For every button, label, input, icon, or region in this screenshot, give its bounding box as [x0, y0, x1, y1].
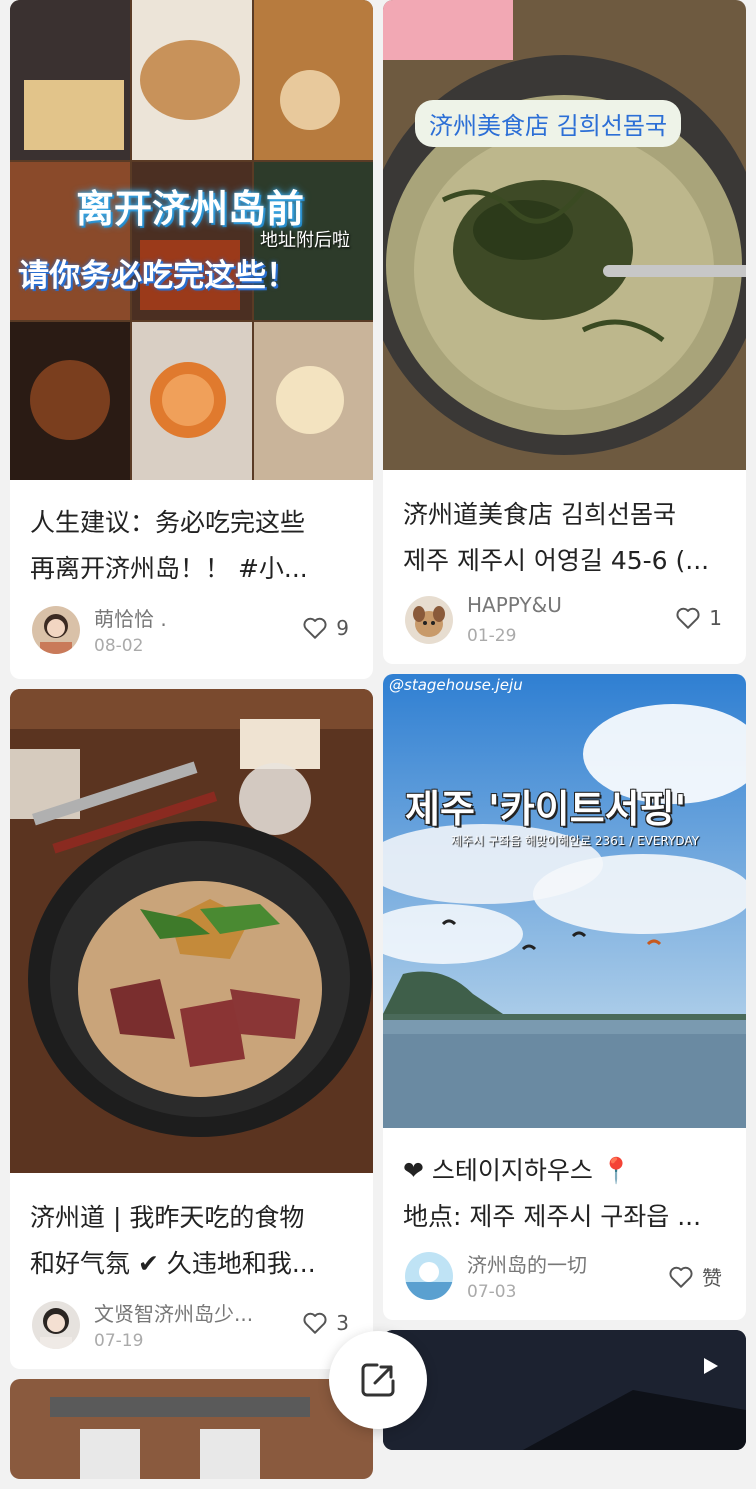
- post-cover-image[interactable]: 济州美食店 김희선몸국: [383, 0, 746, 470]
- feed-column-right: 济州美食店 김희선몸국 济州道美食店 김희선몸국 제주 제주시 어영길 45-6…: [383, 0, 746, 1460]
- like-count: 3: [336, 1311, 349, 1335]
- post-title[interactable]: 济州道美食店 김희선몸국 제주 제주시 어영길 45-6 (...: [383, 492, 746, 584]
- post-card[interactable]: 济州道 | 我昨天吃的食物 和好气氛 ✔ 久违地和我... 文贤智济州岛少...…: [10, 689, 373, 1369]
- author-name[interactable]: 文贤智济州岛少...: [94, 1298, 253, 1327]
- kitesurf-sea-image: [383, 674, 746, 1128]
- avatar-image: [405, 596, 453, 644]
- cover-overlay-title: 离开济州岛前: [76, 187, 305, 231]
- post-title-line1: ❤ 스테이지하우스 📍: [403, 1156, 632, 1185]
- post-card[interactable]: 济州美食店 김희선몸국 济州道美食店 김희선몸국 제주 제주시 어영길 45-6…: [383, 0, 746, 664]
- post-date: 07-03: [467, 1282, 517, 1302]
- post-date: 07-19: [94, 1331, 144, 1351]
- post-card[interactable]: [10, 1379, 373, 1479]
- avatar[interactable]: [405, 596, 453, 644]
- cover-overlay-subtitle: 地址附后啦: [260, 230, 350, 251]
- post-title-line1: 济州道美食店 김희선몸국: [403, 500, 676, 529]
- heart-outline-icon: [303, 617, 327, 639]
- like-button[interactable]: 赞: [668, 1262, 722, 1291]
- post-title-line2: 和好气氛 ✔ 久违地和我...: [30, 1249, 316, 1278]
- post-card[interactable]: 离开济州岛前 地址附后啦 请你务必吃完这些！ 人生建议：务必吃完这些 再离开济州…: [10, 0, 373, 679]
- post-title-line2: 제주 제주시 어영길 45-6 (...: [403, 546, 710, 575]
- post-cover-image[interactable]: 离开济州岛前 地址附后啦 请你务必吃完这些！: [10, 0, 373, 480]
- building-image: [10, 1379, 373, 1479]
- post-date: 08-02: [94, 636, 144, 656]
- heart-outline-icon: [676, 607, 700, 629]
- share-button[interactable]: [329, 1331, 427, 1429]
- like-count: 9: [336, 616, 349, 640]
- post-title[interactable]: 济州道 | 我昨天吃的食物 和好气氛 ✔ 久违地和我...: [10, 1195, 373, 1287]
- post-title[interactable]: 人生建议：务必吃完这些 再离开济州岛！！ #小...: [10, 500, 373, 592]
- post-title-line1: 济州道 | 我昨天吃的食物: [30, 1203, 305, 1232]
- post-meta: 萌恰恰 . 08-02 9: [10, 598, 373, 668]
- seaweed-soup-image: [383, 0, 746, 470]
- like-button[interactable]: 9: [302, 616, 349, 640]
- cover-overlay-main: 제주 '카이트서핑': [405, 787, 687, 831]
- feed-column-left: 离开济州岛前 地址附后啦 请你务必吃完这些！ 人生建议：务必吃完这些 再离开济州…: [10, 0, 373, 1489]
- play-icon[interactable]: [700, 1356, 720, 1380]
- post-cover-image[interactable]: @stagehouse.jeju 제주 '카이트서핑' 제주시 구좌읍 해맞이해…: [383, 674, 746, 1128]
- like-button[interactable]: 1: [675, 606, 722, 630]
- post-card[interactable]: [383, 1330, 746, 1450]
- night-scene-image: [383, 1330, 746, 1450]
- avatar[interactable]: [405, 1252, 453, 1300]
- post-cover-image[interactable]: [10, 689, 373, 1173]
- post-meta: 济州岛的一切 07-03 赞: [383, 1244, 746, 1314]
- share-external-icon: [361, 1363, 395, 1397]
- cover-overlay-subtitle: 제주시 구좌읍 해맞이해안로 2361 / EVERYDAY: [451, 834, 700, 848]
- cover-overlay-handle: @stagehouse.jeju: [389, 676, 523, 694]
- post-date: 01-29: [467, 626, 517, 646]
- avatar-image: [405, 1252, 453, 1300]
- heart-outline-icon: [669, 1266, 693, 1288]
- author-name[interactable]: 萌恰恰 .: [94, 603, 167, 632]
- cover-overlay-main: 请你务必吃完这些！: [18, 258, 297, 294]
- author-name[interactable]: HAPPY&U: [467, 593, 562, 617]
- avatar[interactable]: [32, 1301, 80, 1349]
- like-count: 赞: [702, 1266, 722, 1290]
- steak-dish-image: [10, 689, 373, 1173]
- author-name[interactable]: 济州岛的一切: [467, 1249, 587, 1278]
- post-title-line2: 地点: 제주 제주시 구좌읍 ...: [403, 1202, 702, 1231]
- cover-overlay-banner: 济州美食店 김희선몸국: [415, 100, 682, 147]
- post-title[interactable]: ❤ 스테이지하우스 📍 地点: 제주 제주시 구좌읍 ...: [383, 1148, 746, 1240]
- like-button[interactable]: 3: [302, 1311, 349, 1335]
- avatar-image: [32, 606, 80, 654]
- post-meta: 文贤智济州岛少... 07-19 3: [10, 1293, 373, 1363]
- post-title-line1: 人生建议：务必吃完这些: [30, 508, 306, 537]
- post-meta: HAPPY&U 01-29 1: [383, 588, 746, 658]
- avatar-image: [32, 1301, 80, 1349]
- like-count: 1: [709, 606, 722, 630]
- heart-outline-icon: [303, 1312, 327, 1334]
- post-card[interactable]: @stagehouse.jeju 제주 '카이트서핑' 제주시 구좌읍 해맞이해…: [383, 674, 746, 1320]
- post-title-line2: 再离开济州岛！！ #小...: [30, 554, 308, 583]
- avatar[interactable]: [32, 606, 80, 654]
